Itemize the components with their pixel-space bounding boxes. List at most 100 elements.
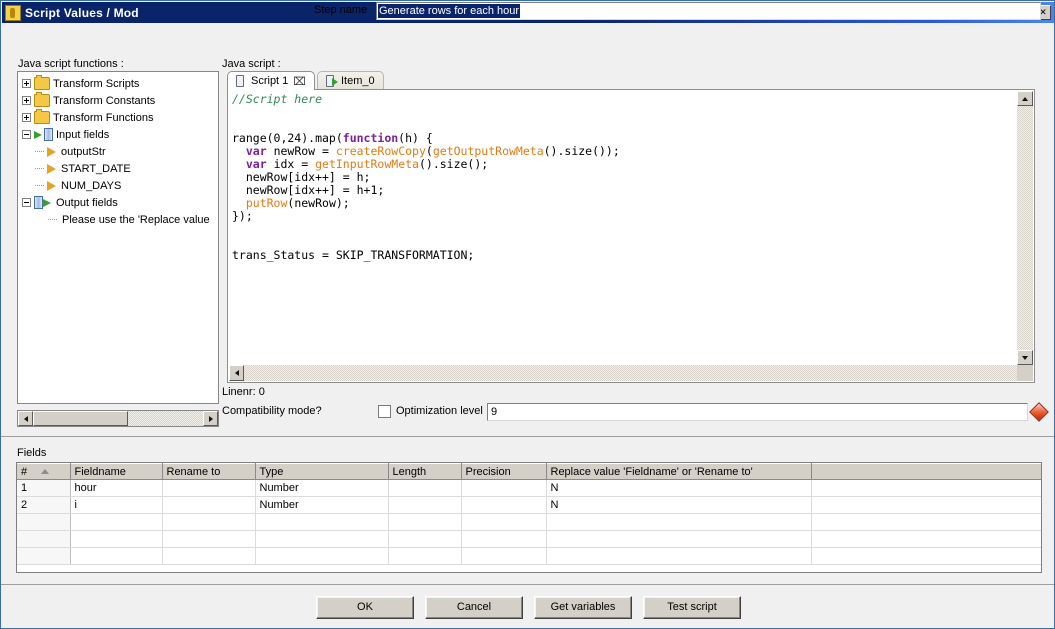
functions-tree[interactable]: Transform Scripts Transform Constants Tran… [17, 71, 219, 404]
row-number-cell[interactable]: 2 [17, 496, 71, 514]
row-number-cell[interactable] [17, 530, 71, 548]
cancel-button[interactable]: Cancel [425, 596, 523, 619]
column-header[interactable]: Rename to [162, 463, 256, 480]
tree-node[interactable]: NUM_DAYS [22, 177, 218, 194]
editor-horizontal-scrollbar[interactable] [229, 365, 1017, 381]
optimization-level-input[interactable]: 9 [487, 403, 1028, 421]
scroll-up-icon[interactable] [1017, 91, 1033, 106]
code-area[interactable]: //Script here range(0,24).map(function(h… [227, 89, 1035, 383]
column-header[interactable] [811, 463, 1041, 480]
length-cell[interactable] [388, 547, 462, 565]
sort-ascending-icon [41, 469, 50, 475]
length-cell[interactable] [388, 496, 462, 514]
extra-cell[interactable] [811, 513, 1041, 531]
scroll-left-icon-editor[interactable] [229, 365, 244, 381]
scrollbar-corner [1017, 365, 1033, 381]
scroll-left-icon[interactable] [18, 411, 33, 426]
collapse-icon[interactable] [22, 198, 31, 207]
compatibility-mode-checkbox[interactable] [378, 405, 391, 418]
precision-cell[interactable] [461, 513, 547, 531]
tree-scroll-thumb[interactable] [33, 411, 129, 426]
tree-node[interactable]: outputStr [22, 143, 218, 160]
extra-cell[interactable] [811, 496, 1041, 514]
fieldname-cell[interactable] [70, 530, 163, 548]
fieldname-cell[interactable]: i [70, 496, 163, 514]
precision-cell[interactable] [461, 530, 547, 548]
replace-value-cell[interactable]: N [546, 479, 812, 497]
length-cell[interactable] [388, 513, 462, 531]
expand-icon[interactable] [22, 96, 31, 105]
table-row[interactable] [17, 530, 1041, 548]
fieldname-cell[interactable] [70, 513, 163, 531]
rename-to-cell[interactable] [162, 530, 256, 548]
tree-node[interactable]: Transform Constants [22, 92, 218, 109]
extra-cell[interactable] [811, 530, 1041, 548]
rename-to-cell[interactable] [162, 496, 256, 514]
type-cell[interactable]: Number [255, 479, 389, 497]
tree-node[interactable]: Input fields [22, 126, 218, 143]
divider-upper [1, 436, 1054, 437]
tree-horizontal-scrollbar[interactable] [17, 410, 219, 427]
code-text[interactable]: //Script here range(0,24).map(function(h… [232, 93, 1012, 262]
test-script-button[interactable]: Test script [643, 596, 741, 619]
replace-value-cell[interactable]: N [546, 496, 812, 514]
extra-cell[interactable] [811, 479, 1041, 497]
fields-table[interactable]: # Fieldname Rename to Type Length Precision Re… [16, 462, 1042, 573]
tab-close-icon[interactable]: ⌧ [293, 75, 306, 88]
row-number-cell[interactable]: 1 [17, 479, 71, 497]
replace-value-cell[interactable] [546, 513, 812, 531]
column-header[interactable]: Length [388, 463, 462, 480]
replace-value-cell[interactable] [546, 547, 812, 565]
precision-cell[interactable] [461, 547, 547, 565]
editor-hscroll-track[interactable] [244, 365, 1017, 381]
column-header[interactable]: # [17, 463, 71, 480]
editor-tab[interactable]: Item_0 [316, 71, 384, 90]
table-row[interactable] [17, 513, 1041, 531]
column-header[interactable]: Replace value 'Fieldname' or 'Rename to' [546, 463, 812, 480]
folder-icon [34, 75, 50, 90]
table-row[interactable] [17, 547, 1041, 565]
fieldname-cell[interactable] [70, 547, 163, 565]
expand-icon[interactable] [22, 79, 31, 88]
column-header[interactable]: Type [255, 463, 389, 480]
tree-node[interactable]: Transform Scripts [22, 75, 218, 92]
variable-diamond-icon[interactable] [1029, 402, 1049, 422]
tree-scroll-track[interactable] [33, 411, 203, 426]
step-name-input[interactable]: Generate rows for each hour [376, 2, 1041, 20]
precision-cell[interactable] [461, 479, 547, 497]
editor-vertical-scrollbar[interactable] [1017, 91, 1033, 365]
precision-cell[interactable] [461, 496, 547, 514]
table-row[interactable]: 1 hour Number N [17, 479, 1041, 497]
tree-node[interactable]: START_DATE [22, 160, 218, 177]
ok-button[interactable]: OK [316, 596, 414, 619]
scroll-down-icon[interactable] [1017, 350, 1033, 365]
rename-to-cell[interactable] [162, 479, 256, 497]
length-cell[interactable] [388, 479, 462, 497]
get-variables-button[interactable]: Get variables [534, 596, 632, 619]
column-header[interactable]: Fieldname [70, 463, 163, 480]
tree-node[interactable]: Transform Functions [22, 109, 218, 126]
editor-tab[interactable]: Script 1 ⌧ [227, 71, 315, 90]
length-cell[interactable] [388, 530, 462, 548]
row-number-cell[interactable] [17, 513, 71, 531]
collapse-icon[interactable] [22, 130, 31, 139]
rename-to-cell[interactable] [162, 547, 256, 565]
row-number-cell[interactable] [17, 547, 71, 565]
tree-node[interactable]: Please use the 'Replace value [22, 211, 218, 228]
editor-vscroll-track[interactable] [1017, 106, 1033, 350]
tree-node[interactable]: Output fields [22, 194, 218, 211]
extra-cell[interactable] [811, 547, 1041, 565]
replace-value-cell[interactable] [546, 530, 812, 548]
column-header[interactable]: Precision [461, 463, 547, 480]
table-row[interactable]: 2 i Number N [17, 496, 1041, 514]
fieldname-cell[interactable]: hour [70, 479, 163, 497]
rename-to-cell[interactable] [162, 513, 256, 531]
type-cell[interactable]: Number [255, 496, 389, 514]
folder-icon [34, 92, 50, 107]
type-cell[interactable] [255, 547, 389, 565]
scroll-right-icon[interactable] [203, 411, 218, 426]
editor-tab-label: Item_0 [340, 75, 375, 87]
expand-icon[interactable] [22, 113, 31, 122]
type-cell[interactable] [255, 513, 389, 531]
type-cell[interactable] [255, 530, 389, 548]
